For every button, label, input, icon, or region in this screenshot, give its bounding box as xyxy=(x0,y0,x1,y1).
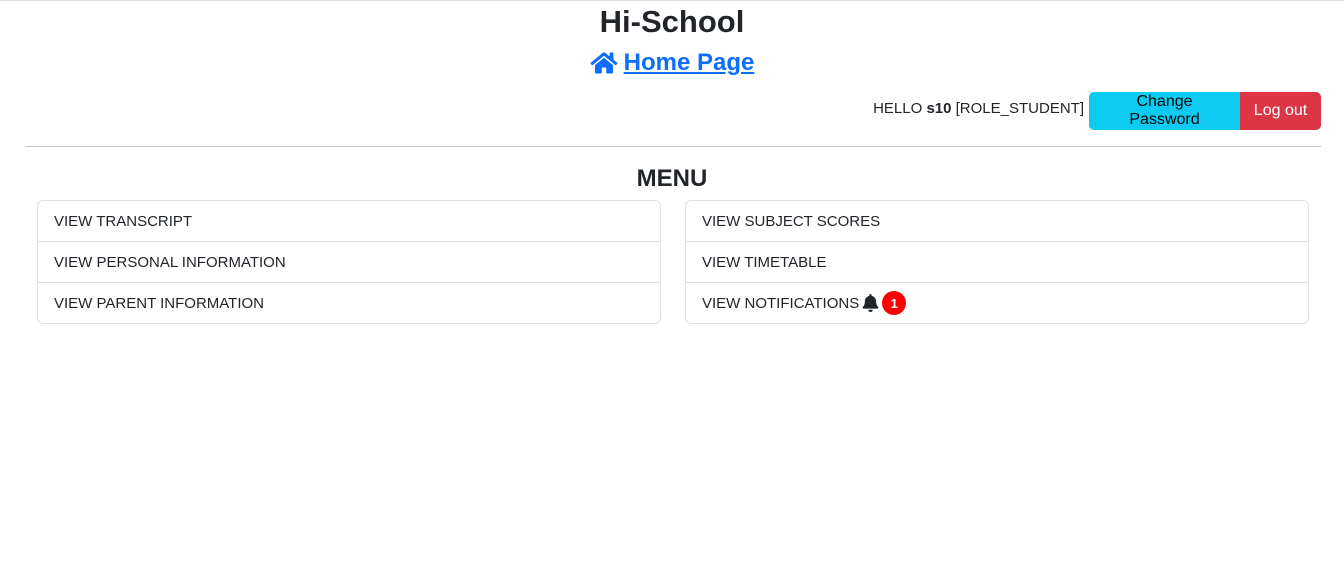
menu-item-label: VIEW TRANSCRIPT xyxy=(54,212,193,230)
menu-item-view-timetable[interactable]: VIEW TIMETABLE xyxy=(686,242,1308,283)
menu-item-label: VIEW NOTIFICATIONS xyxy=(702,294,860,312)
user-role: [ROLE_STUDENT] xyxy=(955,100,1084,117)
menu-item-view-subject-scores[interactable]: VIEW SUBJECT SCORES xyxy=(686,201,1308,242)
menu-list-right: VIEW SUBJECT SCORES VIEW TIMETABLE VIEW … xyxy=(685,200,1309,324)
menu-item-label: VIEW PERSONAL INFORMATION xyxy=(54,253,286,271)
username: s10 xyxy=(926,100,952,117)
top-border xyxy=(0,0,1344,1)
notification-count-badge: 1 xyxy=(882,291,907,315)
menu-item-label: VIEW TIMETABLE xyxy=(702,253,827,271)
change-password-button[interactable]: Change Password xyxy=(1089,92,1240,130)
menu-item-label: VIEW SUBJECT SCORES xyxy=(702,212,881,230)
user-greeting: HELLO s10 [ROLE_STUDENT] xyxy=(873,100,1084,117)
divider xyxy=(25,146,1321,147)
menu-item-view-notifications[interactable]: VIEW NOTIFICATIONS 1 xyxy=(686,283,1308,323)
menu-list-left: VIEW TRANSCRIPT VIEW PERSONAL INFORMATIO… xyxy=(37,200,661,324)
menu-item-view-parent-information[interactable]: VIEW PARENT INFORMATION xyxy=(38,283,660,323)
menu-item-label: VIEW PARENT INFORMATION xyxy=(54,294,265,312)
site-title: Hi-School xyxy=(599,4,745,39)
home-link-container: Home Page xyxy=(0,47,1344,84)
logout-button[interactable]: Log out xyxy=(1240,92,1321,130)
home-icon xyxy=(590,51,618,75)
home-page-link[interactable]: Home Page xyxy=(590,47,755,79)
bell-icon xyxy=(862,294,879,312)
menu-item-view-personal-information[interactable]: VIEW PERSONAL INFORMATION xyxy=(38,242,660,283)
home-page-label: Home Page xyxy=(623,49,755,76)
hello-text: HELLO xyxy=(873,100,923,117)
user-bar: HELLO s10 [ROLE_STUDENT] Change Password… xyxy=(873,92,1321,130)
menu-item-view-transcript[interactable]: VIEW TRANSCRIPT xyxy=(38,201,660,242)
menu-title: MENU xyxy=(636,165,708,192)
